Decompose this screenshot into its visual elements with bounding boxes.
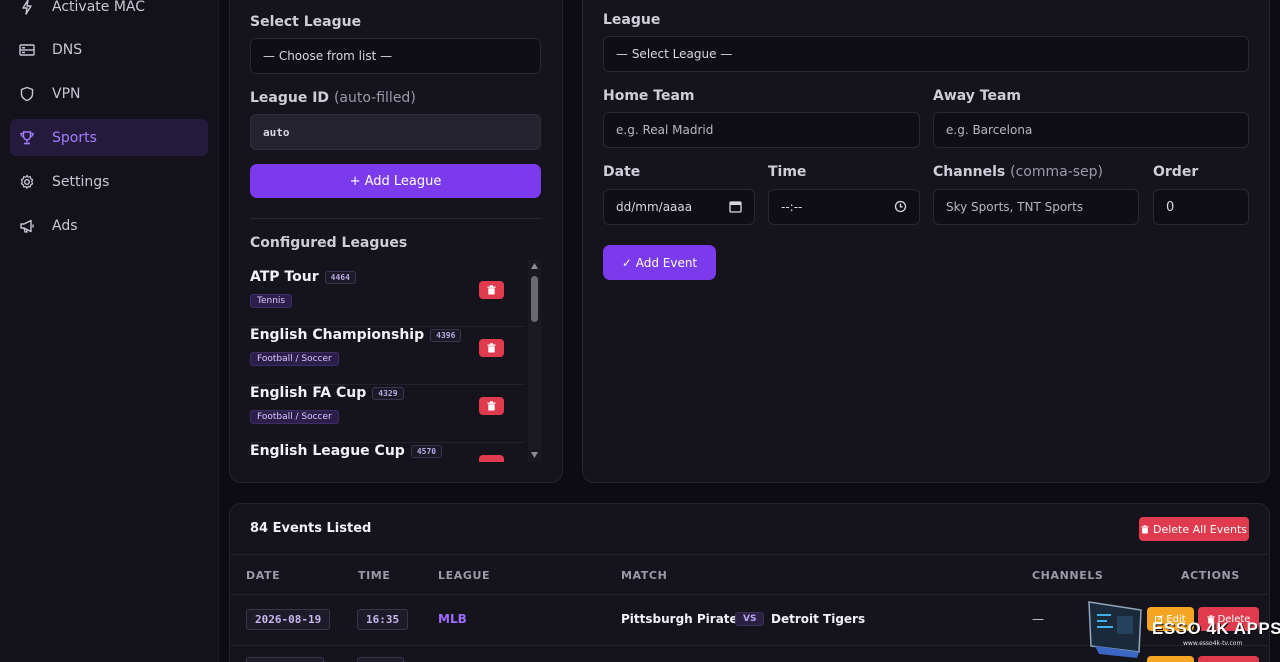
event-date xyxy=(246,657,324,662)
league-id-label: League ID (auto-filled) xyxy=(250,90,416,106)
league-id-badge: 4570 xyxy=(410,444,443,458)
league-label: League xyxy=(603,12,661,28)
sport-tag: Football / Soccer xyxy=(250,410,339,424)
event-date: 2026-08-19 xyxy=(246,609,331,630)
clock-icon[interactable] xyxy=(894,200,907,216)
vs-badge: VS xyxy=(735,612,765,626)
date-input[interactable]: dd/mm/aaaa xyxy=(603,189,755,225)
delete-league-button[interactable] xyxy=(479,455,504,462)
sport-tag: Football / Soccer xyxy=(250,352,339,366)
away-team: Detroit Tigers xyxy=(771,612,866,626)
delete-league-button[interactable] xyxy=(479,397,504,415)
scroll-up-icon[interactable] xyxy=(531,263,538,269)
league-list-scrollbar[interactable] xyxy=(528,260,541,462)
event-league-select[interactable]: — Select League — xyxy=(603,36,1249,72)
table-header-divider xyxy=(230,594,1270,595)
away-team-input[interactable]: e.g. Barcelona xyxy=(933,112,1249,148)
order-label: Order xyxy=(1153,164,1199,180)
monitor-logo-icon xyxy=(1088,601,1142,658)
sidebar-item-label: Ads xyxy=(52,217,78,234)
sidebar-item-activate-mac[interactable]: Activate MAC xyxy=(10,0,208,25)
trash-icon xyxy=(1141,524,1149,533)
col-header-match[interactable]: MATCH xyxy=(621,569,667,582)
date-label: Date xyxy=(603,164,641,180)
league-id-field[interactable]: auto xyxy=(250,114,541,150)
trophy-icon xyxy=(18,129,36,147)
watermark-url: www.esso4k-tv.com xyxy=(1183,640,1243,647)
table-divider xyxy=(230,554,1270,555)
order-input[interactable]: 0 xyxy=(1153,189,1249,225)
home-team-input[interactable]: e.g. Real Madrid xyxy=(603,112,920,148)
col-header-actions[interactable]: ACTIONS xyxy=(1181,569,1240,582)
sidebar-item-settings[interactable]: Settings xyxy=(10,163,208,200)
divider xyxy=(250,218,541,219)
megaphone-icon xyxy=(18,217,36,235)
league-name: English Championship 4396 xyxy=(250,327,462,343)
trash-icon xyxy=(487,285,496,295)
add-league-button[interactable]: + Add League xyxy=(250,164,541,198)
configured-leagues-title: Configured Leagues xyxy=(250,235,408,251)
col-header-date[interactable]: DATE xyxy=(246,569,280,582)
channels-label: Channels (comma-sep) xyxy=(933,164,1104,180)
home-team-label: Home Team xyxy=(603,88,695,104)
bolt-icon xyxy=(18,0,36,16)
col-header-league[interactable]: LEAGUE xyxy=(438,569,490,582)
event-channels: — xyxy=(1032,612,1044,626)
league-id-badge: 4329 xyxy=(372,386,404,400)
sidebar-item-label: DNS xyxy=(52,41,83,58)
sport-tag: Tennis xyxy=(250,294,293,308)
league-id-badge: 4396 xyxy=(430,328,462,342)
event-league: MLB xyxy=(438,612,467,626)
col-header-time[interactable]: TIME xyxy=(358,569,390,582)
sidebar-item-ads[interactable]: Ads xyxy=(10,207,208,244)
scroll-down-icon[interactable] xyxy=(531,452,538,458)
shield-icon xyxy=(18,85,36,103)
away-team-label: Away Team xyxy=(933,88,1022,104)
sidebar-item-dns[interactable]: DNS xyxy=(10,31,208,68)
scrollbar-thumb[interactable] xyxy=(531,276,538,322)
sidebar: Activate MAC DNS VPN Sports Settings Ads xyxy=(0,0,219,662)
calendar-icon[interactable] xyxy=(729,200,742,216)
channels-input[interactable]: Sky Sports, TNT Sports xyxy=(933,189,1139,225)
league-select[interactable]: — Choose from list — xyxy=(250,38,541,74)
time-input[interactable]: --:-- xyxy=(768,189,920,225)
sidebar-item-label: Activate MAC xyxy=(52,0,146,15)
league-name: English FA Cup 4329 xyxy=(250,385,404,401)
league-name: ATP Tour 4464 xyxy=(250,269,356,285)
event-time xyxy=(357,657,404,662)
add-event-button[interactable]: ✓ Add Event xyxy=(603,245,716,280)
trash-icon xyxy=(487,343,496,353)
sidebar-item-label: Settings xyxy=(52,173,110,190)
delete-league-button[interactable] xyxy=(479,339,504,357)
watermark-brand: ESSO 4K APPS xyxy=(1152,619,1280,638)
sidebar-item-label: VPN xyxy=(52,85,81,102)
server-icon xyxy=(18,41,36,59)
time-label: Time xyxy=(768,164,807,180)
sidebar-item-sports[interactable]: Sports xyxy=(10,119,208,156)
league-list: ATP Tour 4464 Tennis English Championship… xyxy=(229,260,539,462)
delete-league-button[interactable] xyxy=(479,281,504,299)
home-team: Pittsburgh Pirates xyxy=(621,612,745,626)
trash-icon xyxy=(487,401,496,411)
events-count-title: 84 Events Listed xyxy=(250,521,372,536)
col-header-channels[interactable]: CHANNELS xyxy=(1032,569,1103,582)
select-league-label: Select League xyxy=(250,14,362,30)
league-id-badge: 4464 xyxy=(324,270,356,284)
gear-icon xyxy=(18,173,36,191)
delete-all-events-button[interactable]: Delete All Events xyxy=(1139,517,1249,541)
event-form-card xyxy=(582,0,1270,483)
event-time: 16:35 xyxy=(357,609,409,630)
sidebar-item-label: Sports xyxy=(52,129,97,146)
watermark-logo: ESSO 4K APPS www.esso4k-tv.com xyxy=(1085,598,1280,662)
sidebar-item-vpn[interactable]: VPN xyxy=(10,75,208,112)
league-name: English League Cup 4570 xyxy=(250,443,443,459)
